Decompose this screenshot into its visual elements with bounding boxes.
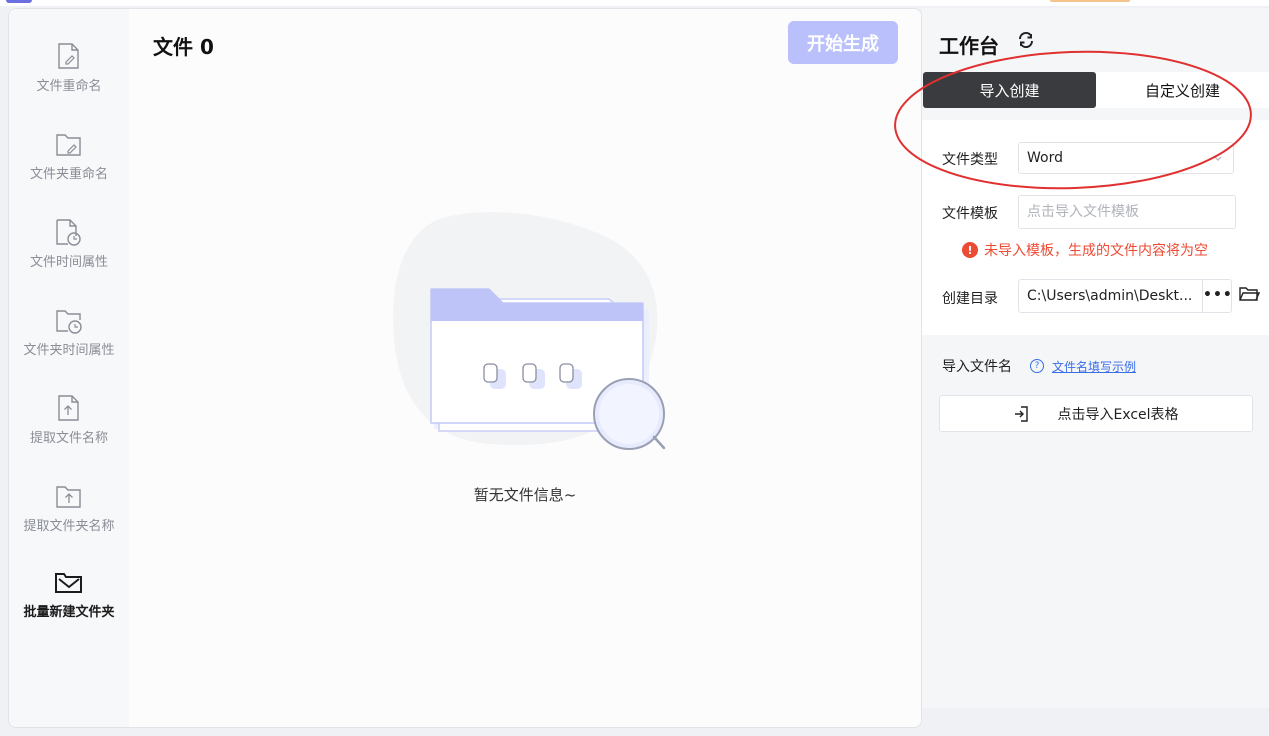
sidebar-item-label: 文件时间属性 [29, 255, 108, 270]
file-clock-icon [56, 219, 81, 246]
sidebar-item-extract-foldername[interactable]: 提取文件夹名称 [9, 469, 129, 557]
panel-title: 工作台 [939, 34, 999, 58]
file-type-label: 文件类型 [942, 152, 998, 168]
warning-text: 未导入模板，生成的文件内容将为空 [984, 243, 1208, 259]
template-input[interactable] [1018, 195, 1236, 229]
folder-mail-icon [55, 573, 82, 593]
import-icon [1015, 405, 1029, 422]
refresh-icon[interactable] [1016, 30, 1036, 50]
import-excel-label: 点击导入Excel表格 [1057, 406, 1179, 423]
folder-edit-icon [56, 134, 81, 156]
sidebar: 文件重命名 文件夹重命名 文件时间属性 文件夹时间属性 提取文件名称 提取文件夹… [9, 9, 129, 727]
warning-icon: ! [962, 242, 978, 258]
sidebar-item-folder-time[interactable]: 文件夹时间属性 [9, 293, 129, 381]
import-filename-row: 导入文件名 ? 文件名填写示例 [942, 356, 1136, 376]
more-options-button[interactable]: ••• [1202, 280, 1232, 312]
sidebar-item-extract-filename[interactable]: 提取文件名称 [9, 381, 129, 469]
file-list-area: 文件 0 开始生成 暂无文件信息~ [129, 9, 921, 727]
main-window: 文件重命名 文件夹重命名 文件时间属性 文件夹时间属性 提取文件名称 提取文件夹… [8, 8, 922, 728]
sidebar-item-batch-new-folder[interactable]: 批量新建文件夹 [9, 557, 129, 645]
sidebar-item-file-time[interactable]: 文件时间属性 [9, 205, 129, 293]
import-filename-label: 导入文件名 [942, 359, 1012, 375]
open-folder-icon[interactable] [1238, 285, 1260, 303]
sidebar-item-label: 文件夹重命名 [29, 167, 108, 182]
sidebar-item-label: 提取文件夹名称 [23, 519, 115, 534]
sidebar-item-label: 文件重命名 [36, 79, 102, 94]
file-type-select[interactable]: Word [1018, 142, 1234, 174]
empty-state-text: 暂无文件信息~ [473, 486, 577, 504]
dir-field[interactable]: C:\Users\admin\Deskt... ••• [1018, 279, 1232, 313]
sidebar-item-folder-rename[interactable]: 文件夹重命名 [9, 117, 129, 205]
file-edit-icon [58, 43, 79, 69]
sidebar-item-label: 提取文件名称 [29, 431, 108, 446]
sidebar-item-label: 批量新建文件夹 [23, 605, 115, 620]
sidebar-item-label: 文件夹时间属性 [23, 343, 115, 358]
workbench-panel: 工作台 导入创建 自定义创建 文件类型 Word 文件模板 ! 未导入模板，生成… [922, 8, 1269, 708]
template-warning: ! 未导入模板，生成的文件内容将为空 [962, 240, 1208, 260]
dir-label: 创建目录 [942, 291, 998, 307]
file-upload-icon [58, 395, 79, 421]
sidebar-item-file-rename[interactable]: 文件重命名 [9, 29, 129, 117]
empty-folder-illustration [393, 212, 666, 450]
tab-custom-create[interactable]: 自定义创建 [1096, 72, 1269, 108]
chevron-down-icon [1214, 156, 1222, 161]
tab-import-create[interactable]: 导入创建 [923, 72, 1096, 108]
folder-clock-icon [56, 310, 82, 334]
dir-value: C:\Users\admin\Deskt... [1027, 288, 1193, 304]
page-title: 文件 0 [153, 35, 214, 59]
help-icon: ? [1030, 359, 1044, 373]
folder-upload-icon [56, 486, 81, 508]
file-type-value: Word [1027, 150, 1063, 166]
example-link[interactable]: 文件名填写示例 [1052, 358, 1136, 375]
top-strip [0, 0, 1269, 6]
template-label: 文件模板 [942, 206, 998, 222]
start-generate-button[interactable]: 开始生成 [788, 21, 898, 64]
import-excel-button[interactable]: 点击导入Excel表格 [939, 395, 1253, 432]
